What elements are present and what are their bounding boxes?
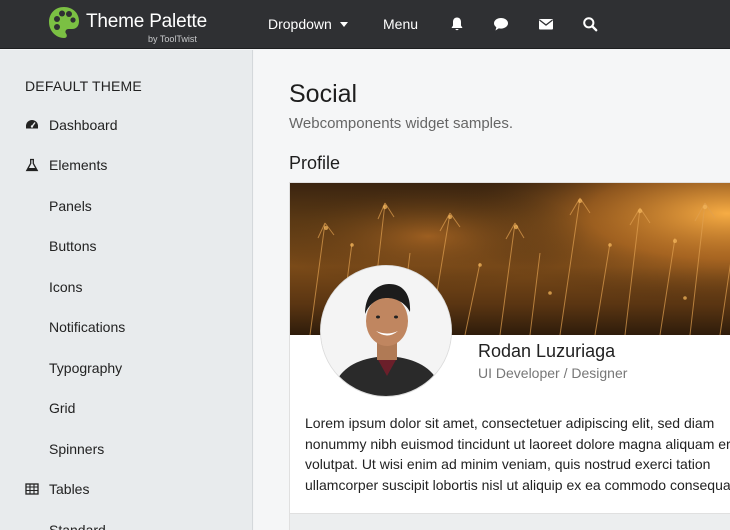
profile-bio: Lorem ipsum dolor sit amet, consectetuer… xyxy=(305,415,730,493)
sidebar-item-panels[interactable]: Panels xyxy=(0,189,252,225)
brand[interactable]: Theme Palette by ToolTwist xyxy=(48,6,218,46)
sidebar-item-label: Grid xyxy=(49,400,76,416)
top-navbar: Theme Palette by ToolTwist Dropdown Menu xyxy=(0,0,730,49)
search-icon[interactable] xyxy=(582,16,598,32)
flask-icon xyxy=(25,158,39,172)
sidebar-item-elements[interactable]: Elements xyxy=(0,148,252,184)
profile-role: UI Developer / Designer xyxy=(478,365,628,381)
envelope-icon[interactable] xyxy=(538,16,554,32)
brand-name: Theme Palette xyxy=(86,11,207,32)
nav-menu[interactable]: Menu xyxy=(383,0,418,49)
sidebar-item-label: Standard xyxy=(49,522,106,530)
main-content: Social Webcomponents widget samples. Pro… xyxy=(254,50,730,530)
sidebar-item-label: Dashboard xyxy=(49,117,118,133)
section-title: Profile xyxy=(289,153,341,173)
sidebar-item-notifications[interactable]: Notifications xyxy=(0,310,252,346)
dashboard-icon xyxy=(26,120,38,129)
sidebar-item-label: Panels xyxy=(49,198,92,214)
sidebar-item-dashboard[interactable]: Dashboard xyxy=(0,108,252,144)
sidebar-item-label: Elements xyxy=(49,157,108,173)
sidebar-item-label: Tables xyxy=(49,481,90,497)
sidebar-item-grid[interactable]: Grid xyxy=(0,391,252,427)
bell-icon[interactable] xyxy=(449,16,465,32)
profile-card: Rodan Luzuriaga UI Developer / Designer … xyxy=(289,182,730,530)
table-icon xyxy=(25,483,39,495)
sidebar-item-label: Notifications xyxy=(49,319,126,335)
caret-down-icon xyxy=(339,21,348,27)
page-title: Social xyxy=(289,80,358,108)
page-subtitle: Webcomponents widget samples. xyxy=(289,115,514,132)
sidebar-item-spinners[interactable]: Spinners xyxy=(0,432,252,468)
sidebar-item-label: Typography xyxy=(49,360,123,376)
profile-name: Rodan Luzuriaga xyxy=(478,341,616,361)
nav-dropdown[interactable]: Dropdown xyxy=(268,0,348,49)
nav-dropdown-label: Dropdown xyxy=(268,16,332,32)
sidebar-item-label: Buttons xyxy=(49,238,97,254)
card-footer xyxy=(290,513,730,530)
sidebar-item-typography[interactable]: Typography xyxy=(0,351,252,387)
avatar[interactable] xyxy=(320,265,452,397)
sidebar: DEFAULT THEME Dashboard Elements Panels … xyxy=(0,50,253,530)
sidebar-item-icons[interactable]: Icons xyxy=(0,270,252,306)
sidebar-item-standard[interactable]: Standard xyxy=(0,513,252,530)
palette-logo-icon xyxy=(49,7,79,38)
brand-subtitle: by ToolTwist xyxy=(148,34,197,44)
sidebar-item-label: Spinners xyxy=(49,441,105,457)
nav-menu-label: Menu xyxy=(383,16,419,32)
sidebar-header: DEFAULT THEME xyxy=(25,78,142,94)
sidebar-item-buttons[interactable]: Buttons xyxy=(0,229,252,265)
sidebar-item-tables[interactable]: Tables xyxy=(0,472,252,508)
comment-icon[interactable] xyxy=(493,16,509,32)
sidebar-item-label: Icons xyxy=(49,279,83,295)
